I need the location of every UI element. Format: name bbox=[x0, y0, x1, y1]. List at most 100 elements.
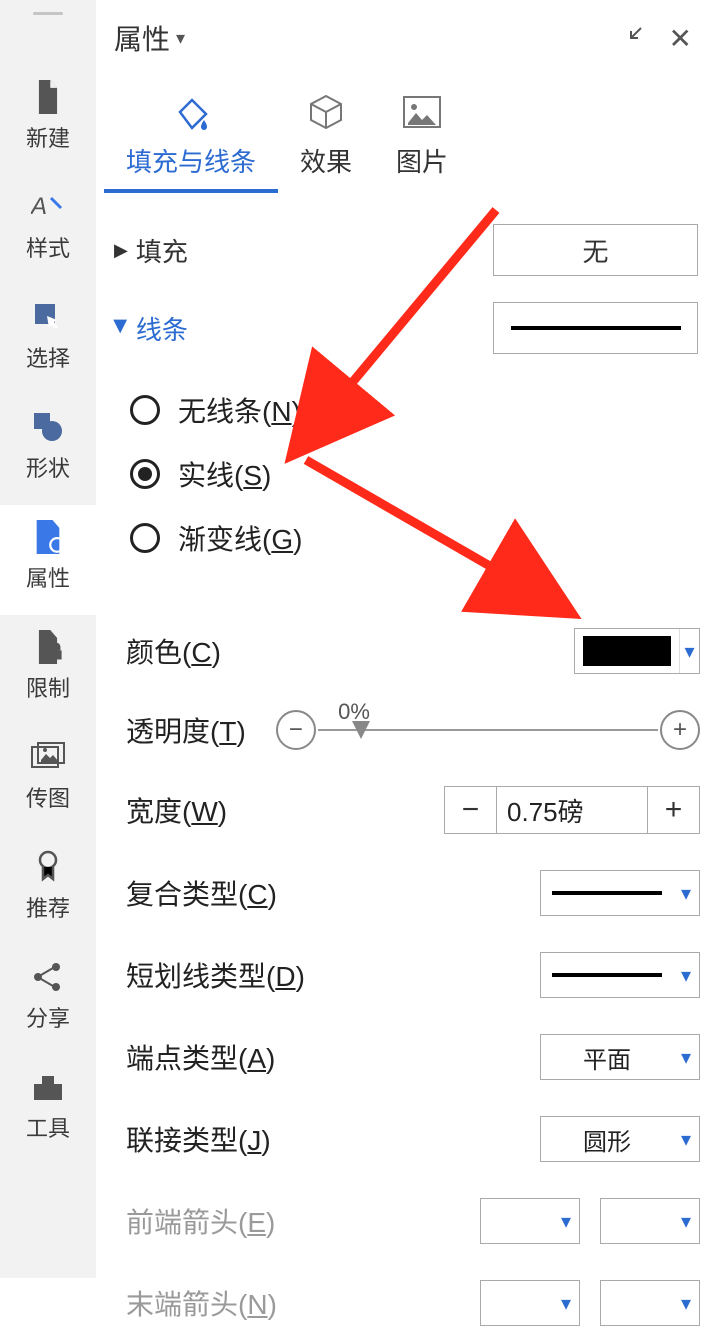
radio-no-line[interactable]: 无线条(N) bbox=[130, 378, 710, 442]
transparency-label: 透明度(T) bbox=[126, 710, 246, 750]
compound-label: 复合类型(C) bbox=[126, 873, 277, 913]
cap-type-dropdown[interactable]: 平面 ▾ bbox=[540, 1034, 700, 1080]
caret-down-icon: ▾ bbox=[673, 1291, 699, 1316]
share-icon bbox=[28, 959, 68, 995]
upload-image-icon bbox=[28, 739, 68, 775]
stepper-decrease-button[interactable]: − bbox=[445, 787, 497, 833]
slider-thumb-icon[interactable] bbox=[352, 721, 370, 739]
tab-fill-line[interactable]: 填充与线条 bbox=[104, 88, 278, 193]
tab-bar: 填充与线条 效果 图片 bbox=[96, 88, 710, 194]
radio-label: 无线条(N) bbox=[178, 390, 301, 430]
caret-down-icon: ▾ bbox=[673, 1127, 699, 1152]
select-icon bbox=[28, 299, 68, 335]
sidebar-item-select[interactable]: 选择 bbox=[0, 285, 96, 395]
join-type-dropdown[interactable]: 圆形 ▾ bbox=[540, 1116, 700, 1162]
collapse-icon[interactable] bbox=[621, 24, 645, 53]
picture-icon bbox=[402, 88, 442, 136]
stepper-increase-button[interactable]: + bbox=[647, 787, 699, 833]
join-label: 联接类型(J) bbox=[126, 1119, 271, 1159]
line-sample-swatch bbox=[511, 326, 681, 330]
sidebar-item-new[interactable]: 新建 bbox=[0, 65, 96, 175]
line-section-row: ▶ 线条 bbox=[96, 276, 710, 354]
panel-title-dropdown[interactable]: 属性 ▾ bbox=[114, 18, 185, 58]
cap-label: 端点类型(A) bbox=[126, 1037, 275, 1077]
sidebar-item-tools[interactable]: 工具 bbox=[0, 1055, 96, 1165]
caret-down-icon: ▾ bbox=[673, 881, 699, 906]
sidebar-item-limit[interactable]: 限制 bbox=[0, 615, 96, 725]
panel-header: 属性 ▾ ✕ bbox=[96, 8, 710, 88]
fill-value-text: 无 bbox=[582, 232, 608, 269]
properties-icon bbox=[28, 519, 68, 555]
sidebar-label: 新建 bbox=[26, 121, 70, 153]
sidebar-label: 选择 bbox=[26, 341, 70, 373]
sidebar-item-share[interactable]: 分享 bbox=[0, 945, 96, 1055]
sidebar-label: 分享 bbox=[26, 1001, 70, 1033]
radio-icon bbox=[130, 395, 160, 425]
sidebar-label: 形状 bbox=[26, 451, 70, 483]
fill-section-toggle[interactable]: ▶ 填充 bbox=[114, 232, 188, 269]
properties-panel: 属性 ▾ ✕ 填充与线条 效果 图片 bbox=[96, 0, 710, 1278]
sidebar-item-properties[interactable]: 属性 bbox=[0, 505, 96, 615]
dash-type-dropdown[interactable]: ▾ bbox=[540, 952, 700, 998]
triangle-right-icon: ▶ bbox=[114, 240, 128, 261]
sidebar-item-recommend[interactable]: 推荐 bbox=[0, 835, 96, 945]
prop-transparency-row: 透明度(T) − 0% + bbox=[126, 692, 700, 768]
tab-picture[interactable]: 图片 bbox=[374, 88, 470, 193]
prop-color-row: 颜色(C) ▾ bbox=[126, 610, 700, 692]
line-properties: 颜色(C) ▾ 透明度(T) − 0% + bbox=[96, 570, 710, 1344]
tools-icon bbox=[28, 1069, 68, 1105]
width-value[interactable]: 0.75磅 bbox=[497, 787, 647, 833]
sidebar-label: 属性 bbox=[26, 561, 70, 593]
prop-compound-row: 复合类型(C) ▾ bbox=[126, 852, 700, 934]
radio-icon bbox=[130, 459, 160, 489]
sidebar-label: 推荐 bbox=[26, 891, 70, 923]
arrow-begin-size-dropdown[interactable]: ▾ bbox=[600, 1198, 700, 1244]
prop-arrow-end-row: 末端箭头(N) ▾ ▾ bbox=[126, 1262, 700, 1344]
caret-down-icon: ▾ bbox=[679, 629, 699, 673]
radio-solid-line[interactable]: 实线(S) bbox=[130, 442, 710, 506]
color-label: 颜色(C) bbox=[126, 631, 221, 671]
line-section-label: 线条 bbox=[136, 310, 188, 347]
sidebar-label: 传图 bbox=[26, 781, 70, 813]
join-value: 圆形 bbox=[583, 1122, 631, 1157]
fill-section-row: ▶ 填充 无 bbox=[96, 194, 710, 276]
sidebar-item-style[interactable]: A 样式 bbox=[0, 175, 96, 285]
style-icon: A bbox=[28, 189, 68, 225]
close-icon[interactable]: ✕ bbox=[669, 22, 692, 55]
tab-label: 图片 bbox=[396, 142, 448, 179]
sidebar-item-shape[interactable]: 形状 bbox=[0, 395, 96, 505]
svg-text:A: A bbox=[31, 193, 47, 220]
cube-icon bbox=[307, 88, 345, 136]
sidebar-label: 限制 bbox=[26, 671, 70, 703]
sidebar-item-upload[interactable]: 传图 bbox=[0, 725, 96, 835]
slider-increase-button[interactable]: + bbox=[660, 710, 700, 750]
line-type-radio-group: 无线条(N) 实线(S) 渐变线(G) bbox=[96, 354, 710, 570]
triangle-down-icon: ▶ bbox=[110, 319, 131, 333]
fill-value-dropdown[interactable]: 无 bbox=[493, 224, 698, 276]
prop-cap-row: 端点类型(A) 平面 ▾ bbox=[126, 1016, 700, 1098]
transparency-slider[interactable]: 0% bbox=[318, 729, 658, 731]
line-sample-swatch bbox=[552, 891, 662, 895]
slider-decrease-button[interactable]: − bbox=[276, 710, 316, 750]
arrow-begin-label: 前端箭头(E) bbox=[126, 1201, 275, 1241]
cap-value: 平面 bbox=[583, 1040, 631, 1075]
line-section-toggle[interactable]: ▶ 线条 bbox=[114, 310, 188, 347]
left-sidebar: 新建 A 样式 选择 形状 属性 限制 传图 bbox=[0, 0, 96, 1278]
arrow-end-style-dropdown[interactable]: ▾ bbox=[480, 1280, 580, 1326]
sidebar-drag-handle[interactable] bbox=[33, 12, 63, 15]
line-sample-dropdown[interactable] bbox=[493, 302, 698, 354]
caret-down-icon: ▾ bbox=[673, 963, 699, 988]
color-picker[interactable]: ▾ bbox=[574, 628, 700, 674]
compound-type-dropdown[interactable]: ▾ bbox=[540, 870, 700, 916]
radio-label: 实线(S) bbox=[178, 454, 271, 494]
arrow-begin-style-dropdown[interactable]: ▾ bbox=[480, 1198, 580, 1244]
fill-section-label: 填充 bbox=[136, 232, 188, 269]
radio-gradient-line[interactable]: 渐变线(G) bbox=[130, 506, 710, 570]
prop-width-row: 宽度(W) − 0.75磅 + bbox=[126, 768, 700, 852]
sidebar-label: 样式 bbox=[26, 231, 70, 263]
arrow-end-size-dropdown[interactable]: ▾ bbox=[600, 1280, 700, 1326]
tab-effects[interactable]: 效果 bbox=[278, 88, 374, 193]
fill-bucket-icon bbox=[170, 88, 212, 136]
arrow-end-label: 末端箭头(N) bbox=[126, 1283, 277, 1323]
sidebar-label: 工具 bbox=[26, 1111, 70, 1143]
